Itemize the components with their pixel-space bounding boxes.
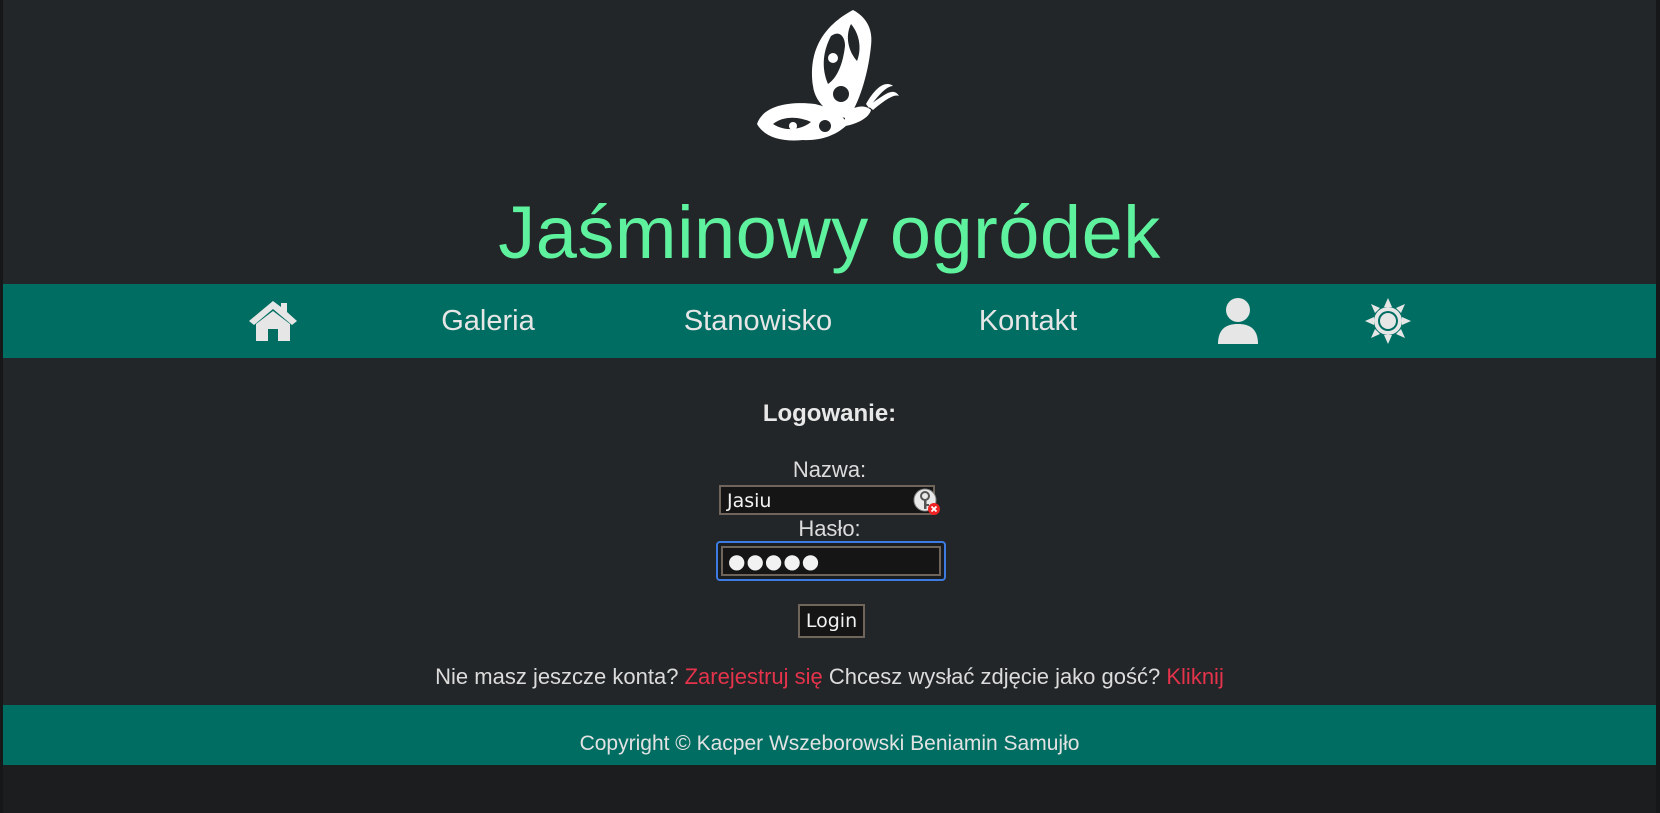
guest-text: Chcesz wysłać zdjęcie jako gość?	[828, 664, 1161, 689]
copyright-text: Copyright © Kacper Wszeborowski Beniamin…	[579, 732, 1080, 755]
login-button[interactable]: Login	[798, 604, 865, 638]
password-label: Hasło:	[798, 516, 861, 541]
main-navigation: Galeria Stanowisko Kontakt	[3, 284, 1656, 358]
nav-user[interactable]	[1208, 284, 1268, 358]
butterfly-logo	[757, 10, 899, 141]
nav-galeria-label: Galeria	[441, 304, 535, 337]
nav-kontakt[interactable]: Kontakt	[953, 284, 1103, 358]
nav-home[interactable]	[243, 284, 303, 358]
nav-settings[interactable]	[1358, 284, 1418, 358]
nav-galeria[interactable]: Galeria	[423, 284, 553, 358]
header: Jaśminowy ogródek	[3, 0, 1656, 284]
nav-stanowisko-label: Stanowisko	[683, 304, 833, 337]
password-key-icon[interactable]	[913, 488, 941, 516]
user-icon	[1218, 298, 1258, 344]
username-input[interactable]: Jasiu	[719, 485, 935, 515]
home-icon	[249, 301, 297, 341]
password-input-focus-ring[interactable]: ●●●●●	[716, 541, 946, 581]
login-title: Logowanie:	[762, 400, 897, 427]
window-right-edge	[1656, 0, 1660, 813]
footer: Copyright © Kacper Wszeborowski Beniamin…	[3, 705, 1656, 765]
register-line: Nie masz jeszcze konta? Zarejestruj się …	[3, 664, 1656, 690]
sun-settings-icon	[1365, 298, 1411, 344]
register-link[interactable]: Zarejestruj się	[685, 664, 823, 689]
site-title: Jaśminowy ogródek	[498, 191, 1161, 274]
page: Jaśminowy ogródek Galeria Stanowisko Kon…	[3, 0, 1656, 765]
username-label: Nazwa:	[792, 457, 867, 482]
password-input[interactable]: ●●●●●	[721, 546, 941, 576]
nav-stanowisko[interactable]: Stanowisko	[673, 284, 843, 358]
guest-link[interactable]: Kliknij	[1166, 664, 1223, 689]
no-account-text: Nie masz jeszcze konta?	[435, 664, 679, 689]
nav-kontakt-label: Kontakt	[978, 304, 1078, 337]
